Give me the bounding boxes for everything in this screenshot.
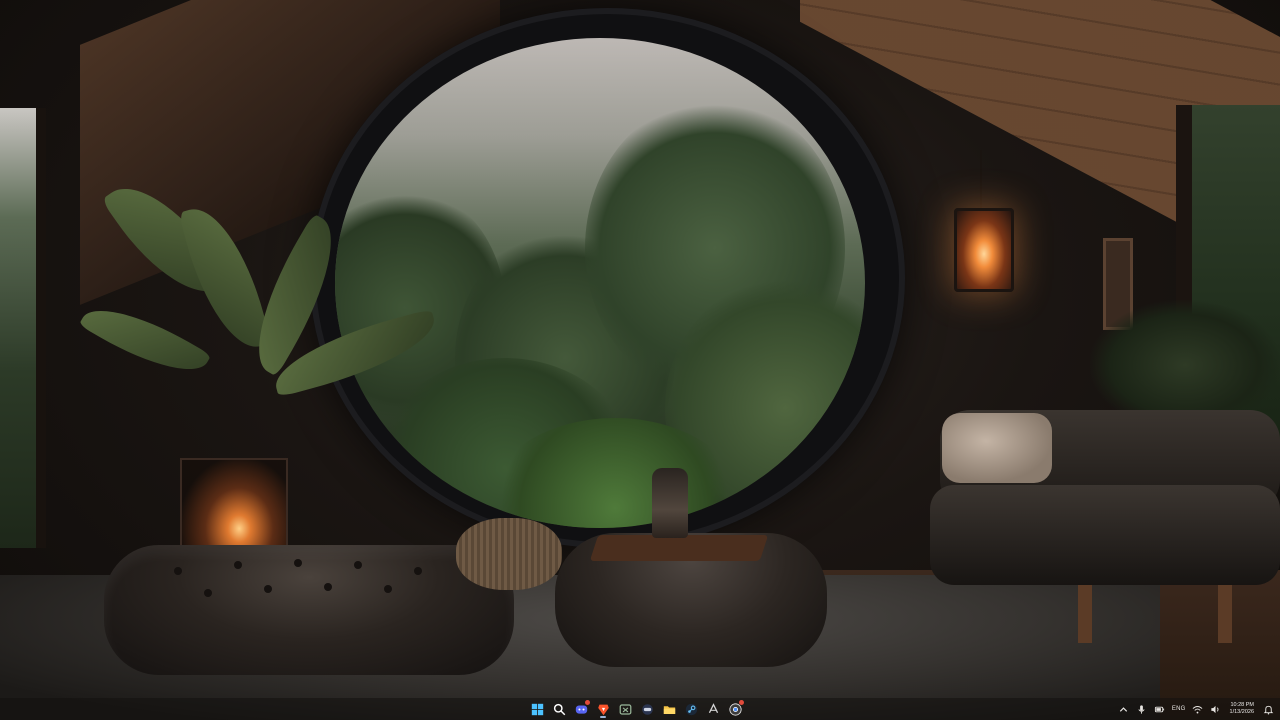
wall-lantern bbox=[954, 208, 1014, 292]
taskbar-pinned-apps bbox=[528, 698, 744, 720]
app-discord[interactable] bbox=[572, 700, 590, 718]
chevron-up-icon bbox=[1120, 706, 1128, 712]
lamp-wire bbox=[980, 150, 982, 208]
app-steam[interactable] bbox=[682, 700, 700, 718]
round-window-forest-view bbox=[335, 38, 865, 528]
headset-icon bbox=[641, 703, 653, 715]
windows-logo-icon bbox=[531, 703, 543, 715]
xbox-icon bbox=[619, 703, 631, 715]
wifi-icon bbox=[1192, 705, 1203, 713]
volume-icon bbox=[1211, 705, 1219, 713]
wooden-tray bbox=[589, 535, 769, 561]
search-icon bbox=[553, 703, 565, 715]
app-terminal[interactable] bbox=[704, 700, 722, 718]
start-button[interactable] bbox=[528, 700, 546, 718]
plant-leaf bbox=[78, 290, 212, 390]
notifications-button[interactable] bbox=[1262, 703, 1274, 715]
system-tray: ENG 10:28 PM 1/13/2026 bbox=[1118, 698, 1274, 720]
battery-indicator[interactable] bbox=[1154, 703, 1166, 715]
sofa-leg bbox=[1218, 585, 1232, 643]
app-chrome[interactable] bbox=[726, 700, 744, 718]
desktop-wallpaper bbox=[0, 0, 1280, 720]
volume-button[interactable] bbox=[1210, 703, 1222, 715]
clock-button[interactable]: 10:28 PM 1/13/2026 bbox=[1228, 702, 1256, 716]
notification-badge bbox=[585, 700, 590, 705]
notification-badge bbox=[739, 700, 744, 705]
woven-pouf bbox=[456, 518, 562, 590]
clock-date: 1/13/2026 bbox=[1229, 709, 1254, 715]
tray-overflow-button[interactable] bbox=[1118, 703, 1130, 715]
app-brave[interactable] bbox=[594, 700, 612, 718]
taskbar: ENG 10:28 PM 1/13/2026 bbox=[0, 698, 1280, 720]
language-indicator[interactable]: ENG bbox=[1172, 706, 1186, 712]
kettle bbox=[652, 468, 688, 538]
terminal-icon bbox=[708, 702, 718, 713]
clock-time: 10:28 PM bbox=[1230, 702, 1254, 708]
side-window-left bbox=[0, 108, 46, 548]
battery-icon bbox=[1155, 706, 1165, 712]
leather-sofa bbox=[930, 485, 1280, 585]
sofa-leg bbox=[1078, 585, 1092, 643]
app-xbox[interactable] bbox=[616, 700, 634, 718]
bell-icon bbox=[1263, 705, 1273, 714]
folder-icon bbox=[663, 705, 675, 714]
network-button[interactable] bbox=[1192, 703, 1204, 715]
microphone-icon bbox=[1138, 704, 1146, 714]
search-button[interactable] bbox=[550, 700, 568, 718]
fur-pillow bbox=[942, 413, 1052, 483]
app-file-explorer[interactable] bbox=[660, 700, 678, 718]
microphone-button[interactable] bbox=[1136, 703, 1148, 715]
app-steamvr[interactable] bbox=[638, 700, 656, 718]
brave-browser-icon bbox=[597, 704, 609, 715]
steam-icon bbox=[685, 703, 697, 715]
tufted-ottoman bbox=[104, 545, 514, 675]
